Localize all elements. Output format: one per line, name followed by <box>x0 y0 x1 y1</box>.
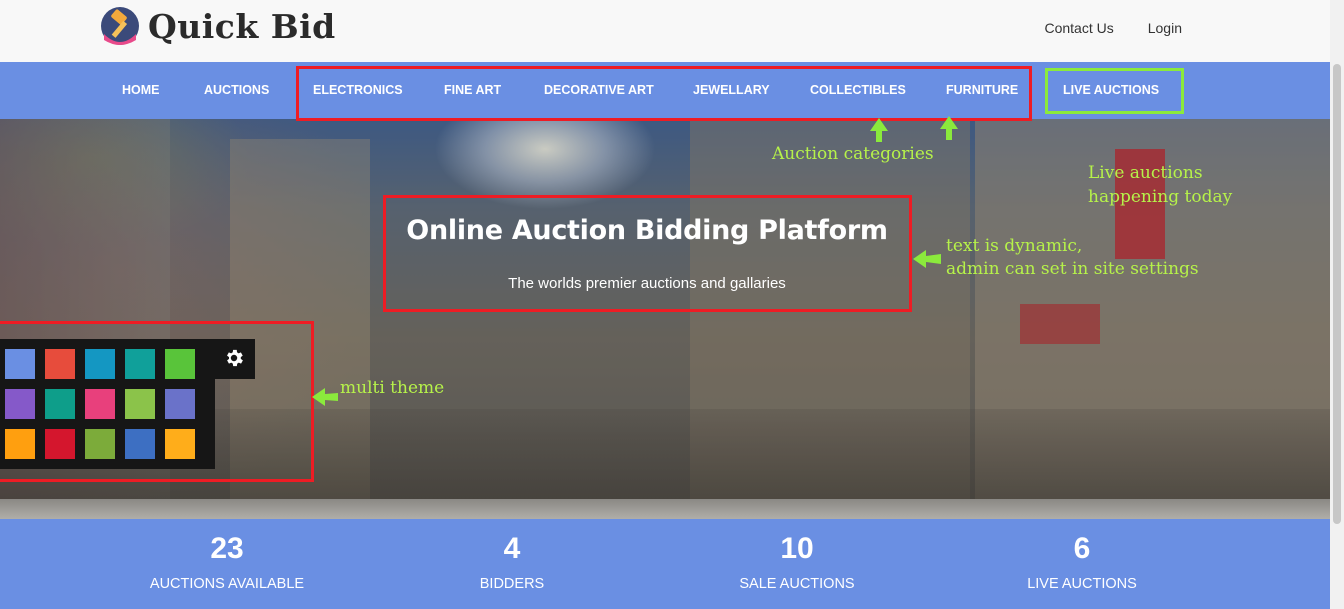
scrollbar-thumb[interactable] <box>1333 64 1341 524</box>
stat-value: 10 <box>780 532 814 565</box>
stat-value: 23 <box>210 532 244 565</box>
arrow-left-icon <box>312 388 338 406</box>
brand-name: Quick Bid <box>148 6 336 46</box>
stat-label: LIVE AUCTIONS <box>1027 576 1137 592</box>
stat-label: SALE AUCTIONS <box>739 576 855 592</box>
theme-highlight-box <box>0 321 314 482</box>
top-links: Contact Us Login <box>1044 20 1182 36</box>
gavel-logo-icon <box>101 7 139 45</box>
stat-value: 4 <box>503 532 521 565</box>
stat-label: BIDDERS <box>479 576 545 592</box>
login-link[interactable]: Login <box>1148 20 1182 36</box>
annotation-categories: Auction categories <box>772 144 934 164</box>
hero-pavement <box>0 499 1330 519</box>
nav-home[interactable]: HOME <box>122 62 160 119</box>
annotation-dynamic-1: text is dynamic, <box>946 236 1083 256</box>
arrow-up-icon <box>870 118 888 142</box>
annotation-live-2: happening today <box>1088 187 1233 207</box>
live-auctions-highlight-box <box>1045 68 1184 114</box>
stats-bar: 23 AUCTIONS AVAILABLE 4 BIDDERS 10 SALE … <box>0 519 1330 609</box>
nav-auctions[interactable]: AUCTIONS <box>204 62 269 119</box>
annotation-live-1: Live auctions <box>1088 163 1203 183</box>
arrow-left-icon <box>913 250 941 268</box>
categories-highlight-box <box>296 66 1032 121</box>
site-header: Quick Bid Contact Us Login <box>0 0 1344 62</box>
annotation-theme: multi theme <box>340 378 445 398</box>
annotation-dynamic-2: admin can set in site settings <box>946 259 1199 279</box>
stat-label: AUCTIONS AVAILABLE <box>149 576 305 592</box>
contact-us-link[interactable]: Contact Us <box>1044 20 1113 36</box>
hero-text-highlight-box <box>383 195 912 312</box>
stat-value: 6 <box>1073 532 1091 565</box>
arrow-up-icon <box>940 116 958 140</box>
site-logo[interactable]: Quick Bid <box>100 6 336 46</box>
